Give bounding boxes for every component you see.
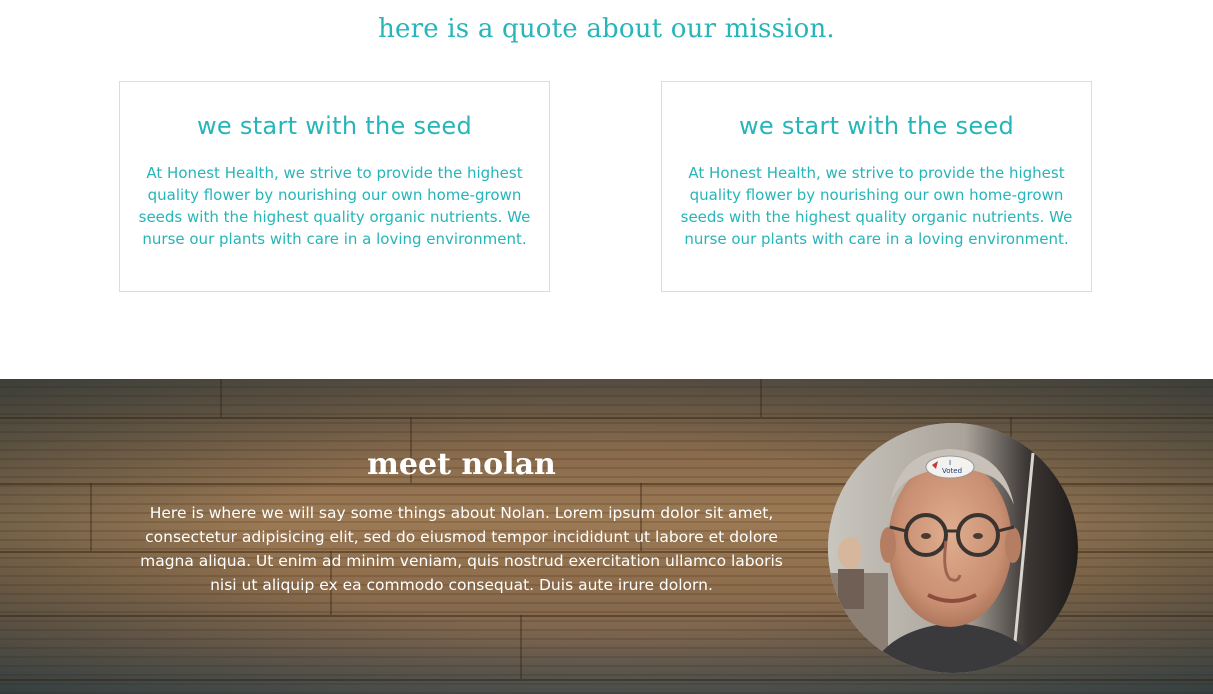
- mission-quote: here is a quote about our mission.: [378, 14, 835, 44]
- card-body: At Honest Health, we strive to provide t…: [680, 164, 1073, 248]
- nolan-portrait-image: I Voted: [828, 423, 1078, 673]
- seed-card-left: we start with the seed At Honest Health,…: [119, 81, 550, 292]
- sticker-text: I: [949, 459, 951, 467]
- wood-plank-joint: [760, 379, 762, 417]
- card-title: we start with the seed: [739, 112, 1014, 140]
- seed-card-right: we start with the seed At Honest Health,…: [661, 81, 1092, 292]
- nolan-avatar: I Voted: [828, 423, 1078, 673]
- sticker-text: Voted: [942, 467, 962, 475]
- wood-plank-seam: [0, 417, 1213, 419]
- card-body: At Honest Health, we strive to provide t…: [138, 164, 531, 248]
- wood-plank-joint: [90, 483, 92, 551]
- about-title: meet nolan: [367, 447, 556, 482]
- wood-plank-joint: [520, 615, 522, 679]
- wood-plank-seam: [0, 679, 1213, 681]
- meet-nolan-section: meet nolan Here is where we will say som…: [0, 379, 1213, 694]
- card-title: we start with the seed: [197, 112, 472, 140]
- about-body: Here is where we will say some things ab…: [140, 504, 783, 594]
- mission-section: here is a quote about our mission. we st…: [0, 0, 1213, 379]
- wood-plank-joint: [220, 379, 222, 417]
